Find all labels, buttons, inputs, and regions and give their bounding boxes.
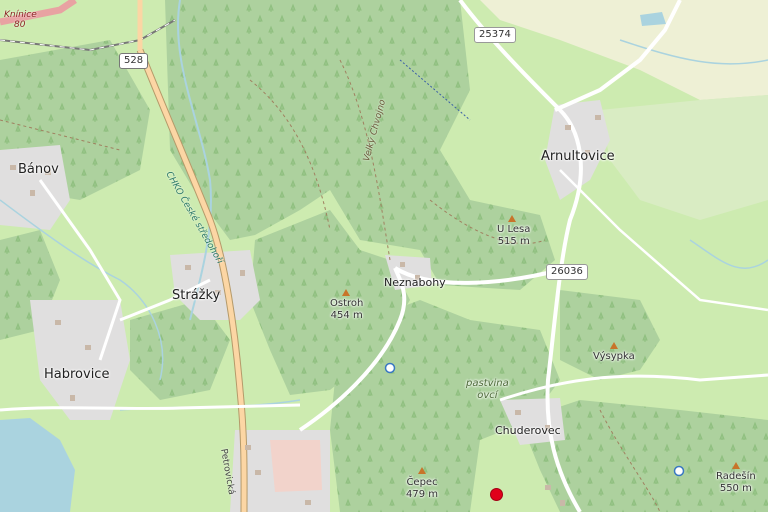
area-label-pastvina: pastvina ovcí bbox=[466, 378, 509, 401]
road-shield-26036[interactable]: 26036 bbox=[546, 264, 588, 280]
peak-name: Radešín bbox=[716, 471, 756, 482]
peak-label-ostroh[interactable]: Ostroh 454 m bbox=[330, 298, 363, 321]
poi-circle-icon[interactable] bbox=[384, 362, 396, 374]
place-label-banov[interactable]: Bánov bbox=[18, 162, 59, 178]
area-label-line: ovcí bbox=[477, 389, 498, 401]
place-label-habrovice[interactable]: Habrovice bbox=[44, 367, 109, 383]
peak-icon bbox=[732, 462, 740, 469]
peak-label-radesin[interactable]: Radešín 550 m bbox=[716, 471, 756, 494]
road-label-number: 80 bbox=[14, 20, 26, 30]
peak-elevation: 479 m bbox=[406, 488, 439, 500]
place-label-neznabohy[interactable]: Neznabohy bbox=[384, 276, 446, 290]
map-canvas[interactable]: Bánov Strážky Habrovice Arnultovice Nezn… bbox=[0, 0, 768, 512]
area-label-line: pastvina bbox=[466, 378, 509, 389]
peak-icon bbox=[610, 342, 618, 349]
road-label-name: Knínice bbox=[4, 10, 37, 20]
peak-icon bbox=[508, 215, 516, 222]
peak-label-vysypka[interactable]: Výsypka bbox=[593, 351, 635, 363]
road-shield-25374[interactable]: 25374 bbox=[474, 27, 516, 43]
poi-circle-icon[interactable] bbox=[673, 465, 685, 477]
location-marker-icon[interactable] bbox=[490, 488, 503, 501]
map-base-layer bbox=[0, 0, 768, 512]
peak-elevation: 454 m bbox=[330, 309, 363, 321]
peak-icon bbox=[418, 467, 426, 474]
peak-name: U Lesa bbox=[497, 224, 531, 235]
road-shield-528[interactable]: 528 bbox=[119, 53, 149, 69]
peak-elevation: 515 m bbox=[497, 235, 530, 247]
road-label-knínice: Knínice 80 bbox=[4, 10, 37, 30]
peak-elevation: 550 m bbox=[719, 482, 752, 494]
place-label-strazky[interactable]: Strážky bbox=[172, 288, 220, 304]
place-label-arnultovice[interactable]: Arnultovice bbox=[541, 149, 615, 165]
peak-label-cepec[interactable]: Čepec 479 m bbox=[406, 477, 438, 500]
peak-name: Ostroh bbox=[330, 298, 364, 309]
place-label-chuderovec[interactable]: Chuderovec bbox=[495, 424, 561, 438]
peak-name: Čepec bbox=[406, 477, 438, 488]
peak-label-u-lesa[interactable]: U Lesa 515 m bbox=[497, 224, 530, 247]
peak-icon bbox=[342, 289, 350, 296]
